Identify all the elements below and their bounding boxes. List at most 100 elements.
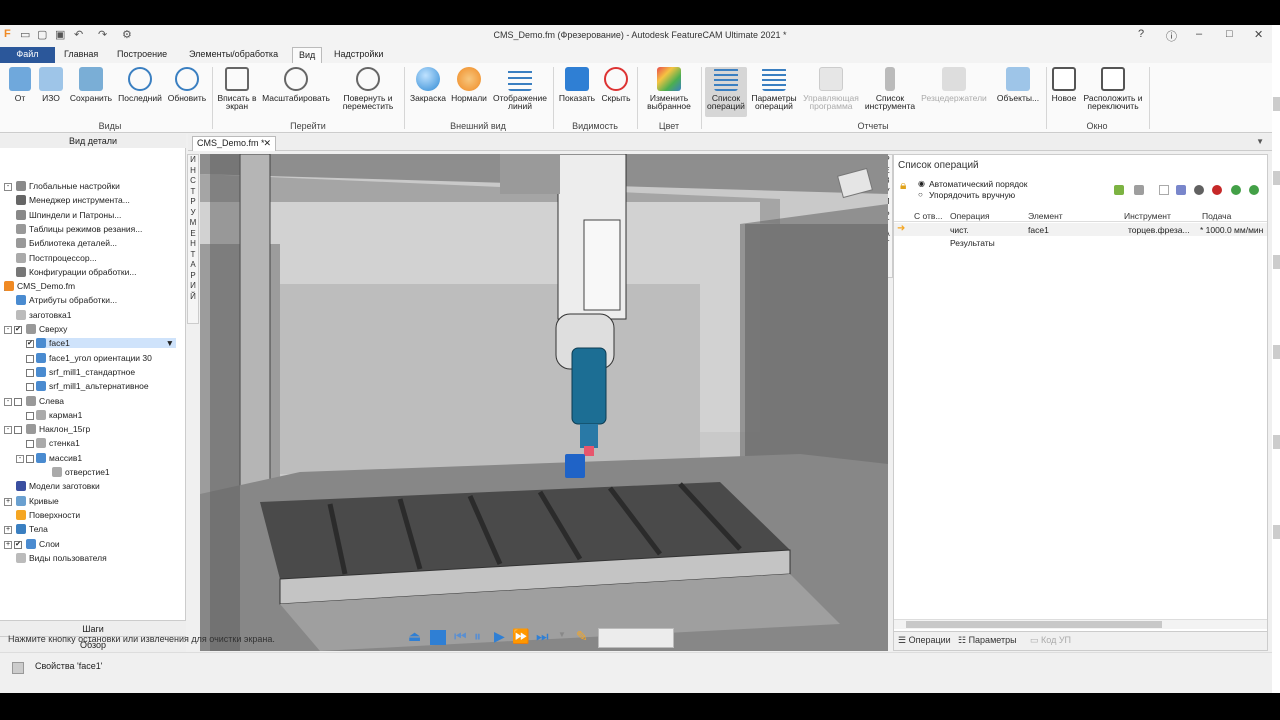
redo-icon[interactable]: ↷ [98,28,107,41]
col-with-hole[interactable]: С отв... [914,211,943,221]
tree-checkbox-setup-left[interactable] [14,398,22,406]
tree-item-wall1[interactable]: стенка1 [36,438,80,448]
eject-icon[interactable]: ⏏ [408,628,421,645]
undo-icon[interactable]: ↶ [74,28,83,41]
play-icon[interactable]: ▶ [494,628,505,645]
tree-item-pattern1[interactable]: массив1 [36,453,82,463]
tab-view[interactable]: Вид [292,47,323,63]
tree-item-machining-configs[interactable]: Конфигурации обработки... [16,267,136,277]
shading-button[interactable]: Закраска [407,67,449,102]
pause-icon[interactable]: ⏸ [474,628,481,645]
tree-item-stock-models[interactable]: Модели заготовки [16,481,100,491]
tree-expander-pattern1[interactable]: - [16,455,24,463]
tree-item-cutting-tables[interactable]: Таблицы режимов резания... [16,224,142,234]
info-icon[interactable]: ⓘ [1166,28,1177,44]
properties-icon[interactable] [12,662,24,674]
tree-item-spindles-chucks[interactable]: Шпиндели и Патроны... [16,210,121,220]
tree-item-document-root[interactable]: CMS_Demo.fm [4,281,75,291]
tree-item-face1[interactable]: face1 ▼ [36,338,176,348]
speed-slider[interactable] [598,628,674,648]
zoom-button[interactable]: Масштабировать [258,67,334,102]
play-options-dropdown-icon[interactable]: ▼ [558,630,566,639]
copy-icon[interactable] [1159,185,1169,195]
tree-item-tool-manager[interactable]: Менеджер инструмента... [16,195,130,205]
close-button[interactable]: ✕ [1254,28,1263,41]
col-operation[interactable]: Операция [950,211,990,221]
tree-checkbox-setup-top[interactable]: ✔ [14,326,22,334]
tree-expander-bodies[interactable]: + [4,526,12,534]
objects-button[interactable]: Объекты... [992,67,1044,102]
tool-list-button[interactable]: Список инструмента [862,67,918,110]
delete-icon[interactable] [1212,185,1222,195]
tree-item-setup-tilt15[interactable]: Наклон_15гр [26,424,90,434]
tree-item-curves[interactable]: Кривые [16,496,59,506]
nc-program-button[interactable]: Управляющая программа [800,67,862,110]
tree-item-machining-attributes[interactable]: Атрибуты обработки... [16,295,117,305]
tab-construction[interactable]: Построение [111,47,173,63]
refresh-button[interactable]: Обновить [165,67,209,102]
tree-item-surfaces[interactable]: Поверхности [16,510,80,520]
horizontal-scrollbar[interactable] [894,619,1267,629]
line-display-button[interactable]: Отображение линий [489,67,551,110]
results-item[interactable]: Результаты [950,238,995,248]
change-selected-button[interactable]: Изменить выбранное [640,67,698,110]
tree-item-part-library[interactable]: Библиотека деталей... [16,238,117,248]
move-icon[interactable] [1176,185,1186,195]
show-button[interactable]: Показать [556,67,598,102]
tree-checkbox-setup-tilt15[interactable] [14,426,22,434]
view-from-button[interactable]: От [6,67,34,102]
tree-checkbox-layers[interactable]: ✔ [14,541,22,549]
tree-item-bodies[interactable]: Тела [16,524,48,534]
toolbox-strip[interactable]: ИНСТРУМЕНТАРИЙ [187,154,199,324]
tree-checkbox-srf-mill1-standard[interactable] [26,369,34,377]
tree-checkbox-pocket1[interactable] [26,412,34,420]
fit-to-screen-button[interactable]: Вписать в экран [216,67,258,110]
operations-list-button[interactable]: Список операций [705,67,747,117]
regenerate-icon[interactable] [1114,185,1124,195]
sort-icon[interactable] [1134,185,1144,195]
tool-holders-button[interactable]: Резцедержатели [918,67,990,102]
table-row[interactable]: ➜ чист. face1 торцев.фреза... * 1000.0 м… [894,223,1267,236]
operation-params-button[interactable]: Параметры операций [748,67,800,110]
tab-features-machining[interactable]: Элементы/обработка [183,47,284,63]
save-icon[interactable]: ▣ [55,28,65,41]
tree-item-hole1[interactable]: отверстие1 [52,467,110,477]
tree-expander-global-settings[interactable]: - [4,183,12,191]
tree-item-srf-mill1-standard[interactable]: srf_mill1_стандартное [36,367,135,377]
tree-checkbox-face1[interactable]: ✔ [26,340,34,348]
normals-button[interactable]: Нормали [449,67,489,102]
eraser-icon[interactable]: ✎ [576,628,588,645]
move-down-icon[interactable] [1249,185,1259,195]
3d-viewport[interactable]: ⏏ ⏮ ⏸ ▶ ⏩ ⏭ ▼ ✎ [200,154,888,651]
tree-item-layers[interactable]: Слои [26,539,60,549]
tab-home[interactable]: Главная [58,47,104,63]
tab-file[interactable]: Файл [0,47,55,63]
hide-button[interactable]: Скрыть [598,67,634,102]
iso-button[interactable]: ИЗО [37,67,65,102]
tree-item-stock1[interactable]: заготовка1 [16,310,71,320]
arrange-windows-button[interactable]: Расположить и переключить [1080,67,1146,110]
hand-icon[interactable] [1194,185,1204,195]
tree-item-user-views[interactable]: Виды пользователя [16,553,107,563]
tree-item-postprocessor[interactable]: Постпроцессор... [16,253,97,263]
tree-expander-layers[interactable]: + [4,541,12,549]
new-window-button[interactable]: Новое [1049,67,1079,102]
tree-expander-setup-left[interactable]: - [4,398,12,406]
tree-expander-curves[interactable]: + [4,498,12,506]
tree-checkbox-wall1[interactable] [26,440,34,448]
settings-gear-icon[interactable]: ⚙ [122,28,132,41]
tree-expander-setup-top[interactable]: - [4,326,12,334]
tree-checkbox-face1-orient30[interactable] [26,355,34,363]
tree-item-setup-top[interactable]: Сверху [26,324,67,334]
tab-parameters[interactable]: ☷ Параметры [958,635,1017,646]
tab-nc-code[interactable]: ▭ Код УП [1030,635,1071,646]
move-up-icon[interactable] [1231,185,1241,195]
scrollbar-thumb[interactable] [906,621,1162,628]
tree-item-face1-orient30[interactable]: face1_угол ориентации 30 [36,353,152,363]
open-file-icon[interactable]: ▢ [37,28,47,41]
stop-button[interactable] [430,630,446,645]
close-tab-icon[interactable]: ✕ [263,137,271,150]
help-icon[interactable]: ? [1138,28,1144,40]
col-tool[interactable]: Инструмент [1124,211,1171,221]
tree-checkbox-pattern1[interactable] [26,455,34,463]
